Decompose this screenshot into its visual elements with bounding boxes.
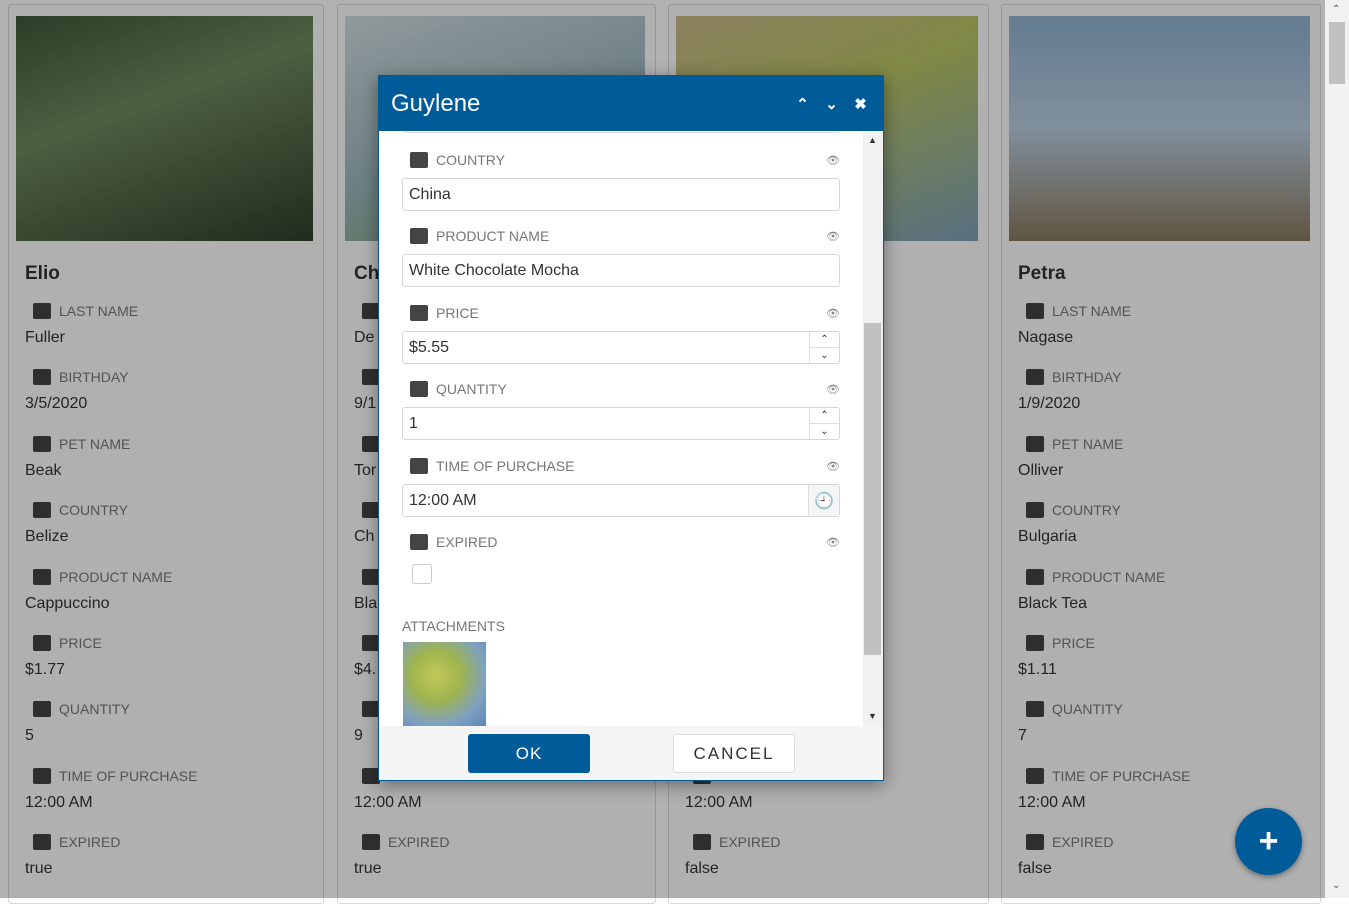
dialog-title: Guylene <box>391 89 481 117</box>
eye-icon[interactable]: 👁 <box>826 460 840 473</box>
input-value[interactable]: $5.55 <box>403 339 809 357</box>
scrollbar-thumb[interactable] <box>864 323 881 655</box>
dialog-header: Guylene ⌃ ⌄ ✖ <box>379 76 883 131</box>
increment-icon[interactable]: ⌃ <box>810 408 839 423</box>
decrement-icon[interactable]: ⌄ <box>810 423 839 439</box>
increment-icon[interactable]: ⌃ <box>810 332 839 347</box>
tag-icon <box>410 305 428 321</box>
cancel-button[interactable]: CANCEL <box>673 734 795 773</box>
field-label: PRODUCT NAME <box>436 228 550 244</box>
input-value[interactable]: 12:00 AM <box>403 492 808 510</box>
page-scrollbar[interactable]: ⌃ ⌄ <box>1325 0 1349 898</box>
number-spinner[interactable]: ⌃ ⌄ <box>809 408 839 439</box>
form-field: QUANTITY 👁 1 ⌃ ⌄ <box>402 379 840 440</box>
add-button[interactable]: + <box>1235 808 1302 875</box>
form-field: PRICE 👁 $5.55 ⌃ ⌄ <box>402 303 840 364</box>
field-input[interactable]: 12:00 AM 🕘 <box>402 484 840 517</box>
attachment-thumbnail[interactable] <box>403 642 486 726</box>
expired-checkbox[interactable] <box>412 564 432 584</box>
quantity-chart-icon <box>410 381 428 397</box>
edit-dialog: Guylene ⌃ ⌄ ✖ ATTACHMENTS COUNTRY 👁 China P… <box>378 75 884 781</box>
clock-icon[interactable]: 🕘 <box>808 485 839 516</box>
chevron-up-icon[interactable]: ⌃ <box>788 95 817 113</box>
input-value[interactable]: White Chocolate Mocha <box>403 262 839 280</box>
scroll-up-icon[interactable]: ⌃ <box>1332 4 1340 15</box>
field-label: COUNTRY <box>436 152 505 168</box>
field-input[interactable]: China <box>402 178 840 211</box>
scroll-down-icon[interactable]: ▼ <box>868 711 877 721</box>
form-field: TIME OF PURCHASE 👁 12:00 AM 🕘 <box>402 456 840 517</box>
eye-icon[interactable]: 👁 <box>826 307 840 320</box>
dialog-scrollbar[interactable]: ▲ ▼ <box>863 131 883 726</box>
eye-icon[interactable]: 👁 <box>826 383 840 396</box>
attachments-label: ATTACHMENTS <box>402 618 505 634</box>
form-field: PRODUCT NAME 👁 White Chocolate Mocha <box>402 226 840 287</box>
field-input[interactable]: 1 ⌃ ⌄ <box>402 407 840 440</box>
form-field: COUNTRY 👁 China <box>402 150 840 211</box>
scroll-up-icon[interactable]: ▲ <box>868 135 877 145</box>
field-label: EXPIRED <box>436 534 498 550</box>
decrement-icon[interactable]: ⌄ <box>810 347 839 363</box>
eye-icon[interactable]: 👁 <box>826 154 840 167</box>
archive-box-icon <box>410 228 428 244</box>
number-spinner[interactable]: ⌃ ⌄ <box>809 332 839 363</box>
close-icon[interactable]: ✖ <box>846 95 875 113</box>
eye-icon[interactable]: 👁 <box>826 536 840 549</box>
globe-icon <box>410 152 428 168</box>
input-value[interactable]: 1 <box>403 415 809 433</box>
eye-icon[interactable]: 👁 <box>826 230 840 243</box>
input-value[interactable]: China <box>403 186 839 204</box>
dialog-footer: OK CANCEL <box>379 726 883 780</box>
field-label: TIME OF PURCHASE <box>436 458 575 474</box>
dialog-body: ATTACHMENTS COUNTRY 👁 China PRODUCT NAME 👁 Wh… <box>379 131 863 726</box>
field-input[interactable]: $5.55 ⌃ ⌄ <box>402 331 840 364</box>
field-input[interactable]: White Chocolate Mocha <box>402 254 840 287</box>
expired-icon <box>410 534 428 550</box>
ok-button[interactable]: OK <box>468 734 590 773</box>
field-label: QUANTITY <box>436 381 507 397</box>
field-label: PRICE <box>436 305 479 321</box>
alarm-clock-icon <box>410 458 428 474</box>
scroll-down-icon[interactable]: ⌄ <box>1332 880 1340 891</box>
form-field: EXPIRED 👁 <box>402 532 840 584</box>
previous-input[interactable] <box>402 131 840 133</box>
scrollbar-thumb[interactable] <box>1329 22 1345 84</box>
chevron-down-icon[interactable]: ⌄ <box>817 95 846 113</box>
